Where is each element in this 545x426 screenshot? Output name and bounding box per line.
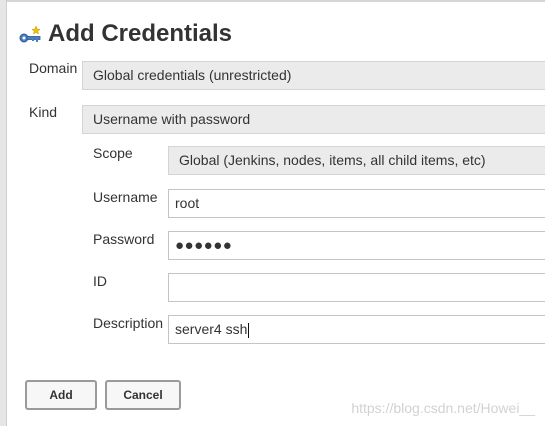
username-label: Username <box>93 189 158 205</box>
description-text: server4 ssh <box>175 321 248 337</box>
page-header: Add Credentials <box>18 18 232 50</box>
page-top-border <box>7 0 545 2</box>
text-cursor <box>248 322 250 338</box>
domain-label: Domain <box>29 60 78 76</box>
page-title: Add Credentials <box>48 20 233 47</box>
kind-label: Kind <box>29 104 58 120</box>
password-input[interactable]: ●●●●●● <box>168 231 545 260</box>
page-left-border <box>0 0 7 426</box>
credentials-key-icon <box>18 22 42 46</box>
id-label: ID <box>93 273 107 289</box>
scope-label: Scope <box>93 145 133 161</box>
id-input[interactable] <box>168 273 545 302</box>
cancel-button[interactable]: Cancel <box>105 380 181 410</box>
username-input[interactable]: root <box>168 189 545 218</box>
watermark: https://blog.csdn.net/Howei__ <box>351 400 535 416</box>
password-label: Password <box>93 231 155 247</box>
description-label: Description <box>93 315 164 331</box>
description-input[interactable]: server4 ssh <box>168 315 545 344</box>
add-button[interactable]: Add <box>25 380 97 410</box>
scope-select[interactable]: Global (Jenkins, nodes, items, all child… <box>168 146 545 175</box>
domain-select[interactable]: Global credentials (unrestricted) <box>82 61 545 90</box>
kind-select[interactable]: Username with password <box>82 105 545 134</box>
